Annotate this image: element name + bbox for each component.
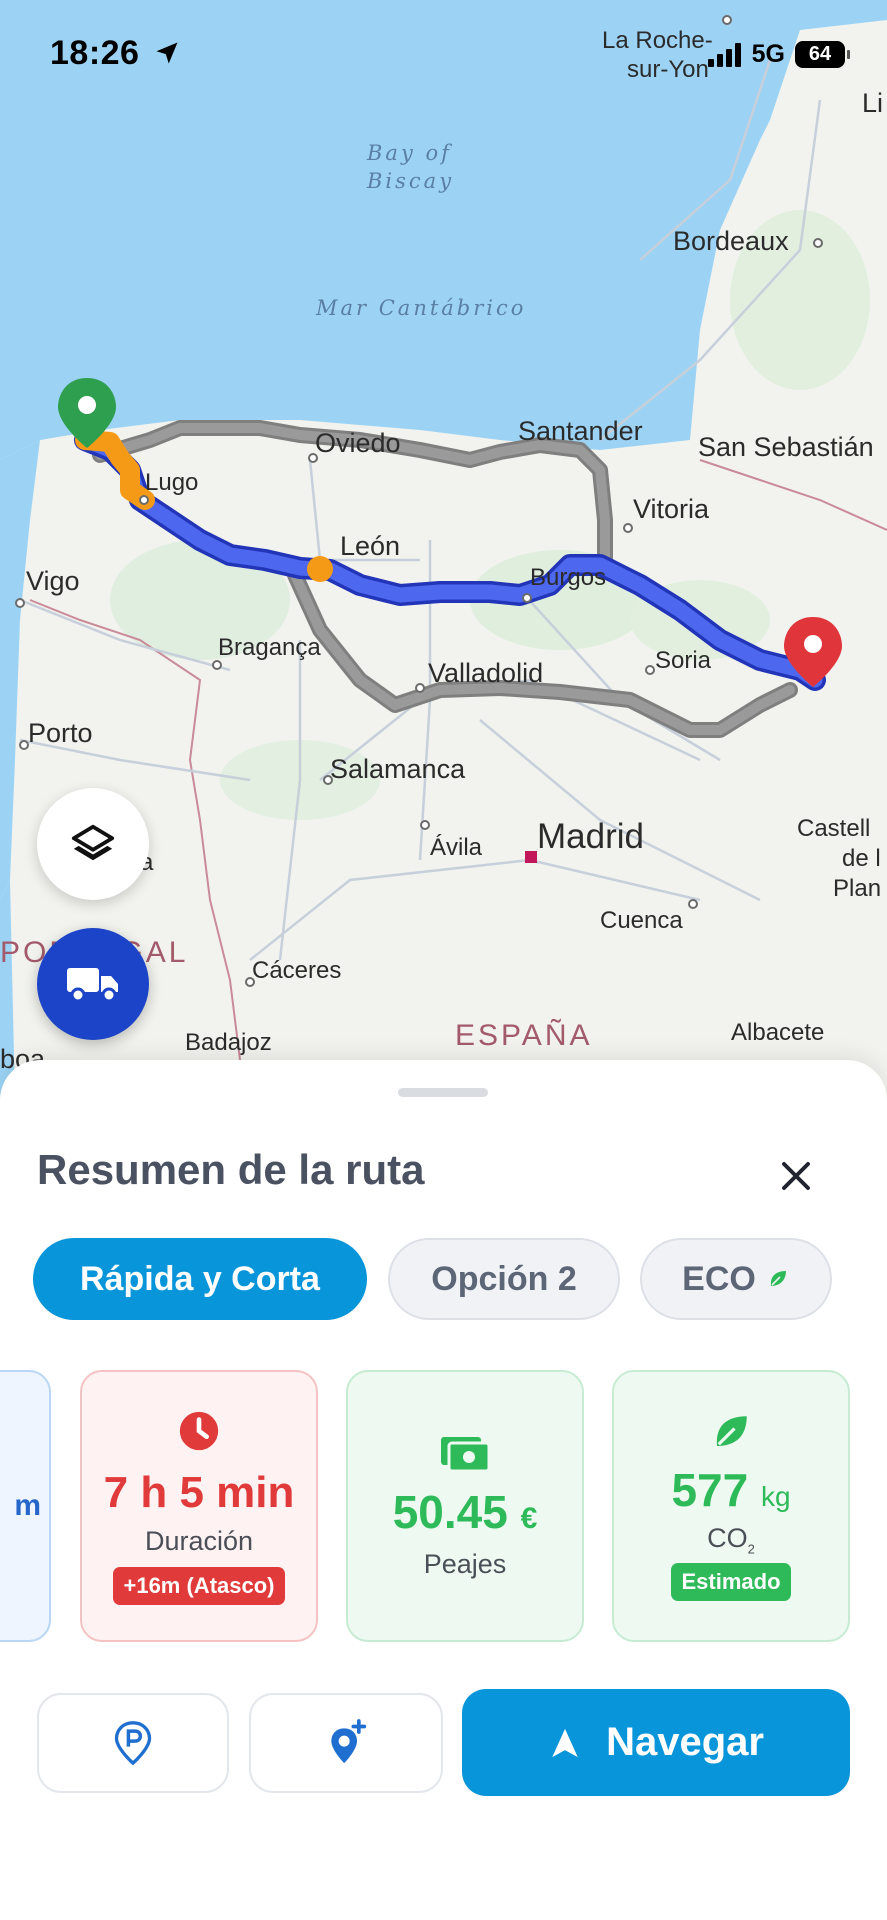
- traffic-delay-badge: +16m (Atasco): [113, 1566, 285, 1605]
- city-label: Ávila: [430, 834, 483, 861]
- parking-icon: [114, 1721, 152, 1766]
- navigate-button[interactable]: Navegar: [462, 1689, 850, 1796]
- duration-value: 7 h 5 min: [103, 1467, 295, 1517]
- vehicle-mode-button[interactable]: [37, 928, 149, 1040]
- city-label: Bordeaux: [673, 226, 789, 256]
- city-label: Salamanca: [330, 754, 466, 784]
- city-label: Vitoria: [633, 494, 710, 524]
- tab-eco-label: ECO: [682, 1259, 756, 1298]
- close-button[interactable]: [768, 1148, 824, 1204]
- sea-label: Mar Cantábrico: [315, 296, 526, 320]
- truck-icon: [67, 968, 118, 1003]
- status-bar: 18:26 5G 64: [0, 0, 887, 110]
- co2-label-text: CO: [707, 1523, 748, 1554]
- city-label: Oviedo: [315, 428, 401, 458]
- city-label: San Sebastián: [698, 432, 874, 462]
- leaf-icon: [716, 1416, 747, 1447]
- status-indicators: 5G 64: [707, 40, 850, 69]
- tolls-value: 50.45: [392, 1485, 508, 1538]
- clock-icon: [179, 1411, 219, 1450]
- city-label: Cáceres: [252, 957, 341, 984]
- city-label: Porto: [28, 718, 93, 748]
- co2-unit: kg: [760, 1481, 791, 1513]
- route-summary-sheet: Resumen de la ruta Rápida y Corta Opción…: [0, 1060, 887, 1920]
- city-label: Castell: [797, 815, 870, 842]
- signal-icon: [707, 42, 741, 67]
- duration-label: Duración: [144, 1525, 254, 1556]
- tolls-card[interactable]: 50.45 € Peajes: [346, 1370, 584, 1642]
- navigation-arrow-icon: [552, 1728, 578, 1757]
- city-label: Plan: [833, 875, 881, 902]
- traffic-point: [307, 556, 333, 582]
- distance-card-partial-text: m: [14, 1489, 41, 1522]
- city-label: Vigo: [26, 566, 80, 596]
- city-label: Badajoz: [185, 1029, 272, 1056]
- sea-label: Bay of: [366, 141, 452, 165]
- city-label: Cuenca: [600, 907, 683, 934]
- city-label: de l: [842, 845, 881, 872]
- co2-value: 577: [671, 1464, 749, 1517]
- co2-label-sub: 2: [747, 1541, 755, 1557]
- parking-button[interactable]: [37, 1693, 229, 1793]
- tolls-label: Peajes: [423, 1548, 507, 1579]
- map-canvas[interactable]: Bay of Biscay Mar Cantábrico La Roche- s…: [0, 0, 887, 1100]
- tab-rapida-corta[interactable]: Rápida y Corta: [33, 1238, 367, 1320]
- layers-icon: [71, 824, 115, 861]
- city-label: Soria: [655, 647, 712, 674]
- tab-eco[interactable]: ECO: [640, 1238, 832, 1320]
- co2-card[interactable]: 577 kg CO2 Estimado: [612, 1370, 850, 1642]
- leaf-icon: [770, 1271, 786, 1286]
- sea-label: Biscay: [366, 169, 454, 193]
- location-arrow-icon: [156, 42, 178, 64]
- add-stop-button[interactable]: [249, 1693, 443, 1793]
- city-label: Burgos: [530, 564, 606, 591]
- sheet-title: Resumen de la ruta: [37, 1146, 425, 1193]
- country-label: ESPAÑA: [455, 1018, 593, 1052]
- status-time: 18:26: [50, 34, 181, 73]
- city-label: León: [340, 531, 400, 561]
- tab-opcion-2[interactable]: Opción 2: [388, 1238, 620, 1320]
- sheet-drag-handle[interactable]: [398, 1088, 488, 1097]
- navigate-label: Navegar: [606, 1720, 764, 1764]
- city-label: Lugo: [145, 469, 198, 496]
- estimated-badge: Estimado: [671, 1562, 791, 1601]
- network-type: 5G: [751, 40, 785, 68]
- city-label: Albacete: [731, 1019, 824, 1046]
- battery-indicator: 64: [795, 41, 850, 68]
- layers-button[interactable]: [37, 788, 149, 900]
- city-label: Bragança: [218, 634, 321, 661]
- co2-value-row: 577 kg: [671, 1463, 790, 1517]
- distance-card[interactable]: m: [0, 1370, 51, 1642]
- add-location-icon: [331, 1719, 367, 1764]
- route-map[interactable]: Bay of Biscay Mar Cantábrico La Roche- s…: [0, 0, 887, 1100]
- screen: Bay of Biscay Mar Cantábrico La Roche- s…: [0, 0, 887, 1920]
- close-icon: [782, 1162, 810, 1190]
- tolls-unit: €: [520, 1501, 538, 1535]
- co2-label: CO2: [707, 1523, 755, 1556]
- madrid-marker: [525, 851, 537, 863]
- duration-card[interactable]: 7 h 5 min Duración +16m (Atasco): [80, 1370, 318, 1642]
- clock-text: 18:26: [50, 34, 140, 72]
- tolls-value-row: 50.45 €: [393, 1485, 538, 1539]
- city-label: Santander: [518, 416, 643, 446]
- city-label: Valladolid: [428, 658, 543, 688]
- city-label: Madrid: [537, 817, 644, 856]
- money-icon: [441, 1436, 491, 1472]
